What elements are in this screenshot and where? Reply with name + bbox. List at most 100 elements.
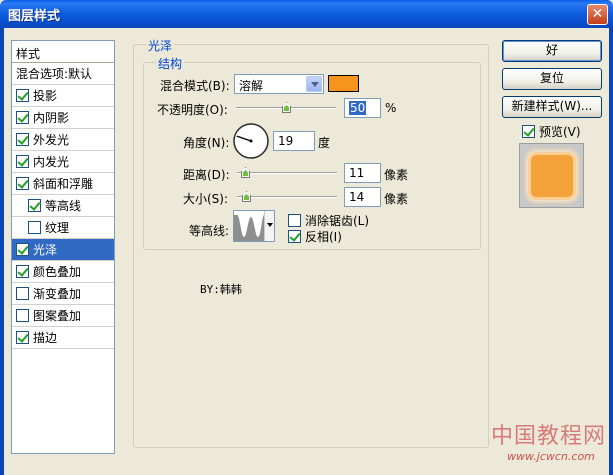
- distance-input[interactable]: 11: [344, 163, 381, 183]
- opacity-unit: %: [385, 101, 397, 115]
- opacity-slider[interactable]: [236, 102, 336, 115]
- size-slider[interactable]: [237, 191, 337, 204]
- title-bar: 图层样式 ✕: [0, 0, 613, 28]
- preview-check-icon: [522, 125, 535, 138]
- gloss-group-title: 光泽: [146, 37, 175, 54]
- chevron-down-icon: [306, 76, 322, 92]
- preview-label: 预览(V): [539, 125, 581, 139]
- angle-label: 角度(N):: [183, 136, 230, 150]
- style-item-checkbox[interactable]: [16, 111, 29, 124]
- new-style-button[interactable]: 新建样式(W)...: [502, 96, 602, 118]
- anti-alias-checkbox[interactable]: 消除锯齿(L): [288, 212, 369, 229]
- distance-slider[interactable]: [237, 167, 337, 180]
- invert-label: 反相(I): [305, 230, 342, 244]
- style-item[interactable]: 描边: [12, 327, 114, 349]
- window-frame-left: [0, 28, 4, 475]
- style-list-header: 样式: [12, 41, 114, 63]
- blend-mode-label: 混合模式(B):: [160, 79, 230, 93]
- distance-label: 距离(D):: [183, 168, 230, 182]
- contour-label: 等高线:: [189, 224, 230, 238]
- size-label: 大小(S):: [183, 192, 229, 206]
- contour-picker[interactable]: [233, 210, 275, 242]
- size-input[interactable]: 14: [344, 187, 381, 207]
- blend-mode-select[interactable]: 溶解: [234, 74, 324, 94]
- style-item-checkbox[interactable]: [16, 155, 29, 168]
- blend-mode-value: 溶解: [239, 79, 264, 93]
- style-item-checkbox[interactable]: [16, 89, 29, 102]
- invert-checkbox[interactable]: 反相(I): [288, 228, 342, 245]
- style-item-label: 斜面和浮雕: [33, 177, 94, 191]
- contour-dropdown[interactable]: [264, 211, 274, 241]
- size-slider-track: [237, 196, 337, 198]
- close-icon: ✕: [591, 6, 604, 22]
- opacity-label: 不透明度(O):: [157, 103, 228, 117]
- style-item-checkbox[interactable]: [16, 177, 29, 190]
- style-item-label: 纹理: [45, 221, 70, 235]
- opacity-value: 50: [349, 101, 367, 115]
- size-slider-thumb[interactable]: [242, 191, 251, 202]
- window-frame-right: [609, 28, 613, 475]
- opacity-slider-thumb[interactable]: [282, 102, 291, 113]
- style-item[interactable]: 等高线: [12, 195, 114, 217]
- angle-dial[interactable]: [232, 122, 270, 160]
- style-item-label: 等高线: [45, 199, 82, 213]
- credit-text: BY:韩韩: [200, 283, 242, 296]
- style-item-checkbox[interactable]: [16, 287, 29, 300]
- style-item-checkbox[interactable]: [16, 133, 29, 146]
- style-item-label: 外发光: [33, 133, 70, 147]
- distance-slider-thumb[interactable]: [241, 167, 250, 178]
- angle-unit: 度: [318, 136, 331, 150]
- style-item-checkbox[interactable]: [28, 221, 41, 234]
- invert-check-icon: [288, 230, 301, 243]
- style-item[interactable]: 纹理: [12, 217, 114, 239]
- style-item-label: 内发光: [33, 155, 70, 169]
- style-item[interactable]: 图案叠加: [12, 305, 114, 327]
- style-item[interactable]: 投影: [12, 85, 114, 107]
- style-item-checkbox[interactable]: [16, 309, 29, 322]
- style-item[interactable]: 光泽: [12, 239, 114, 261]
- preview-checkbox[interactable]: 预览(V): [522, 123, 581, 140]
- style-item-checkbox[interactable]: [28, 199, 41, 212]
- style-item-label: 内阴影: [33, 111, 70, 125]
- style-item-label: 描边: [33, 331, 58, 345]
- window-title: 图层样式: [8, 9, 61, 24]
- style-item[interactable]: 渐变叠加: [12, 283, 114, 305]
- size-value: 14: [349, 190, 365, 204]
- watermark-text: 中国教程网: [491, 424, 607, 449]
- distance-slider-track: [237, 172, 337, 174]
- style-list: 样式 混合选项:默认投影内阴影外发光内发光斜面和浮雕等高线纹理光泽颜色叠加渐变叠…: [11, 40, 115, 454]
- chevron-down-icon: [267, 223, 273, 230]
- contour-preview-icon: [234, 211, 264, 241]
- size-unit: 像素: [384, 192, 409, 206]
- style-item-checkbox[interactable]: [16, 331, 29, 344]
- preview-thumbnail: [530, 154, 573, 197]
- opacity-input[interactable]: 50: [344, 98, 381, 118]
- style-item-label: 投影: [33, 89, 58, 103]
- reset-button[interactable]: 复位: [502, 68, 602, 90]
- anti-alias-label: 消除锯齿(L): [305, 214, 370, 228]
- style-item-checkbox[interactable]: [16, 243, 29, 256]
- structure-group-title: 结构: [156, 55, 185, 72]
- style-item[interactable]: 斜面和浮雕: [12, 173, 114, 195]
- style-item-label: 混合选项:默认: [16, 67, 93, 81]
- style-rows: 混合选项:默认投影内阴影外发光内发光斜面和浮雕等高线纹理光泽颜色叠加渐变叠加图案…: [12, 63, 114, 349]
- style-item[interactable]: 混合选项:默认: [12, 63, 114, 85]
- ok-button[interactable]: 好: [502, 40, 602, 62]
- style-item-label: 光泽: [33, 243, 58, 257]
- style-item[interactable]: 内发光: [12, 151, 114, 173]
- gloss-color-swatch[interactable]: [328, 75, 359, 92]
- watermark: 中国教程网 www.jcwcn.com: [487, 418, 609, 470]
- style-item[interactable]: 外发光: [12, 129, 114, 151]
- style-item-label: 颜色叠加: [33, 265, 82, 279]
- style-item[interactable]: 颜色叠加: [12, 261, 114, 283]
- angle-input[interactable]: 19: [273, 131, 315, 151]
- distance-value: 11: [349, 166, 365, 180]
- style-item-label: 图案叠加: [33, 309, 82, 323]
- style-item[interactable]: 内阴影: [12, 107, 114, 129]
- style-preview: [519, 143, 584, 208]
- angle-value: 19: [278, 134, 294, 148]
- anti-alias-check-icon: [288, 214, 301, 227]
- close-button[interactable]: ✕: [587, 4, 608, 25]
- style-item-checkbox[interactable]: [16, 265, 29, 278]
- distance-unit: 像素: [384, 168, 409, 182]
